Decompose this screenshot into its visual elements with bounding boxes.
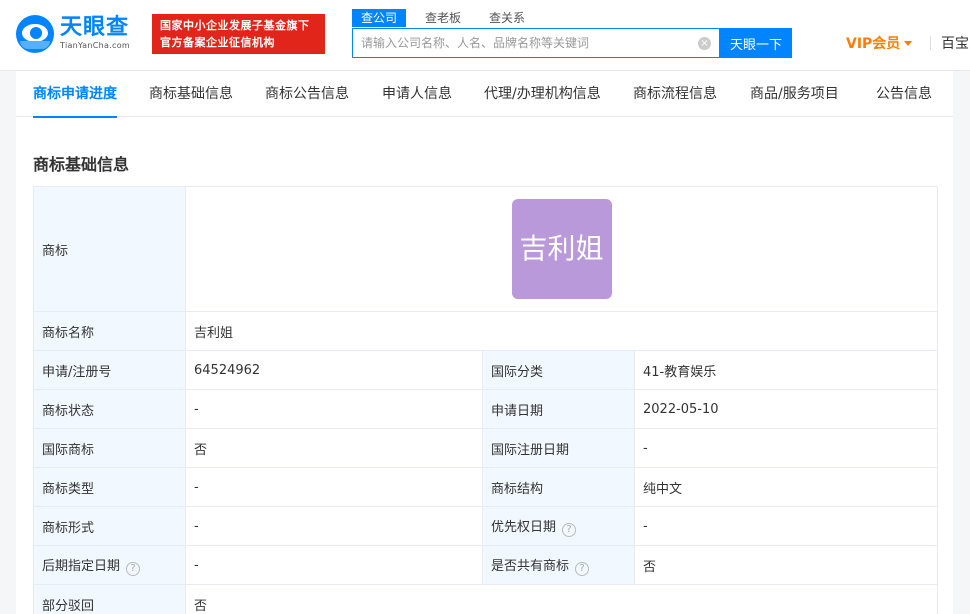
search-input[interactable] — [353, 29, 683, 57]
form-label: 商标形式 — [33, 506, 186, 546]
status-value: - — [185, 389, 483, 429]
table-row: 商标名称 吉利姐 — [33, 311, 938, 351]
trademark-name-value: 吉利姐 — [185, 311, 938, 351]
type-value: - — [185, 467, 483, 507]
tab-search-company[interactable]: 查公司 — [352, 9, 407, 27]
intl-class-label: 国际分类 — [482, 350, 635, 390]
type-label: 商标类型 — [33, 467, 186, 507]
intl-trademark-value: 否 — [185, 428, 483, 468]
tab-notice-info[interactable]: 公告信息 — [876, 71, 932, 117]
intl-class-value: 41-教育娱乐 — [634, 350, 938, 390]
site-logo[interactable]: 天眼查 TianYanCha.com — [16, 14, 130, 54]
tab-agency-info[interactable]: 代理/办理机构信息 — [484, 71, 601, 117]
table-row: 部分驳回 否 — [33, 584, 938, 614]
trademark-info-table: 商标 吉利姐 商标名称 吉利姐 申请/注册号 64524962 国际分类 41-… — [33, 186, 938, 614]
eye-logo-icon — [16, 15, 54, 53]
intl-trademark-label: 国际商标 — [33, 428, 186, 468]
search-type-tabs: 查公司 查老板 查关系 — [352, 9, 544, 27]
tab-search-boss[interactable]: 查老板 — [416, 9, 470, 27]
detail-nav: 商标申请进度 商标基础信息 商标公告信息 申请人信息 代理/办理机构信息 商标流… — [16, 71, 953, 118]
table-row: 商标形式 - 优先权日期? - — [33, 506, 938, 546]
caret-down-icon — [904, 40, 913, 46]
table-row: 商标 吉利姐 — [33, 186, 938, 312]
clear-icon[interactable]: × — [698, 37, 711, 50]
baobao-link[interactable]: 百宝 — [941, 33, 969, 53]
table-row: 国际商标 否 国际注册日期 - — [33, 428, 938, 468]
reg-no-value: 64524962 — [185, 350, 483, 390]
tab-search-relation[interactable]: 查关系 — [480, 9, 534, 27]
tab-announcement-info[interactable]: 商标公告信息 — [265, 71, 349, 117]
search-box: × — [352, 28, 720, 58]
header-divider — [930, 36, 931, 50]
status-label: 商标状态 — [33, 389, 186, 429]
tab-application-progress[interactable]: 商标申请进度 — [33, 71, 117, 118]
trademark-image[interactable]: 吉利姐 — [511, 199, 612, 299]
tab-applicant-info[interactable]: 申请人信息 — [382, 71, 452, 117]
intl-reg-date-value: - — [634, 428, 938, 468]
structure-value: 纯中文 — [634, 467, 938, 507]
priority-date-label: 优先权日期 — [491, 519, 557, 535]
section-title: 商标基础信息 — [33, 155, 130, 174]
later-date-label: 后期指定日期 — [42, 558, 121, 574]
table-row: 商标类型 - 商标结构 纯中文 — [33, 467, 938, 507]
official-badge: 国家中小企业发展子基金旗下 官方备案企业征信机构 — [152, 14, 325, 54]
intl-reg-date-label: 国际注册日期 — [482, 428, 635, 468]
tab-basic-info[interactable]: 商标基础信息 — [149, 71, 233, 117]
tab-goods-services[interactable]: 商品/服务项目 — [750, 71, 839, 117]
priority-date-value: - — [634, 506, 938, 546]
reg-no-label: 申请/注册号 — [33, 350, 186, 390]
vip-menu[interactable]: VIP会员 — [846, 33, 913, 53]
trademark-label: 商标 — [33, 186, 186, 312]
search-button[interactable]: 天眼一下 — [720, 28, 792, 58]
trademark-name-label: 商标名称 — [33, 311, 186, 351]
help-icon[interactable]: ? — [562, 522, 577, 537]
vip-label: VIP会员 — [846, 36, 901, 52]
apply-date-value: 2022-05-10 — [634, 389, 938, 429]
badge-line-2: 官方备案企业征信机构 — [160, 36, 275, 49]
logo-domain: TianYanCha.com — [60, 41, 130, 50]
form-value: - — [185, 506, 483, 546]
help-icon[interactable]: ? — [575, 561, 590, 576]
top-header: 天眼查 TianYanCha.com 国家中小企业发展子基金旗下 官方备案企业征… — [0, 0, 970, 71]
help-icon[interactable]: ? — [126, 561, 141, 576]
shared-value: 否 — [634, 545, 938, 585]
table-row: 申请/注册号 64524962 国际分类 41-教育娱乐 — [33, 350, 938, 390]
tab-process-info[interactable]: 商标流程信息 — [633, 71, 717, 117]
shared-label: 是否共有商标 — [491, 558, 570, 574]
later-date-value: - — [185, 545, 483, 585]
structure-label: 商标结构 — [482, 467, 635, 507]
trademark-detail-card: 商标申请进度 商标基础信息 商标公告信息 申请人信息 代理/办理机构信息 商标流… — [16, 71, 953, 614]
apply-date-label: 申请日期 — [482, 389, 635, 429]
logo-text: 天眼查 — [60, 15, 130, 40]
partial-reject-label: 部分驳回 — [33, 584, 186, 614]
badge-line-1: 国家中小企业发展子基金旗下 — [160, 19, 310, 32]
table-row: 后期指定日期? - 是否共有商标? 否 — [33, 545, 938, 585]
table-row: 商标状态 - 申请日期 2022-05-10 — [33, 389, 938, 429]
partial-reject-value: 否 — [185, 584, 938, 614]
